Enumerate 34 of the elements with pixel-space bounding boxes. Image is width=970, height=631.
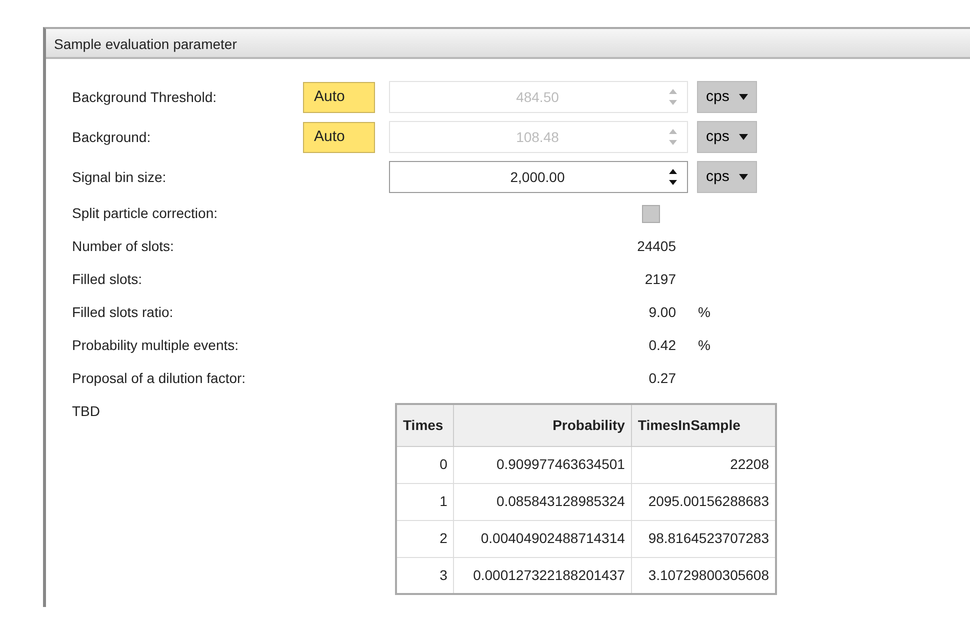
- field-label: Number of slots:: [72, 237, 175, 256]
- value-text: 2197: [644, 270, 677, 289]
- field-label: Signal bin size:: [72, 168, 168, 187]
- unit-dropdown[interactable]: cps: [697, 161, 757, 193]
- number-field[interactable]: 2,000.00: [389, 161, 688, 193]
- value-text: 0.27: [648, 369, 677, 388]
- value-text: 0.42: [648, 336, 677, 355]
- column-header: Probability: [454, 404, 632, 446]
- field-label: Probability multiple events:: [72, 336, 240, 355]
- table-cell: 0.085843128985324: [454, 483, 632, 520]
- value-text: 9.00: [648, 303, 677, 322]
- field-label: Split particle correction:: [72, 204, 219, 223]
- panel-title: Sample evaluation parameter: [54, 36, 237, 52]
- table-cell: 0: [396, 446, 454, 483]
- field-label: Filled slots ratio:: [72, 303, 174, 322]
- field-label: TBD: [72, 402, 101, 421]
- caret-icon: [739, 134, 748, 140]
- caret-icon: [739, 174, 748, 180]
- field-label: Filled slots:: [72, 270, 144, 289]
- field-label: Background Threshold:: [72, 88, 218, 107]
- table-cell: 0.00404902488714314: [454, 520, 632, 557]
- field-label: Background:: [72, 128, 152, 147]
- field-label: Proposal of a dilution factor:: [72, 369, 247, 388]
- caret-icon: [739, 94, 748, 100]
- value-text: 24405: [636, 237, 677, 256]
- table-cell: 1: [396, 483, 454, 520]
- unit-text: %: [697, 303, 712, 322]
- unit-text: %: [697, 336, 712, 355]
- checkbox[interactable]: [642, 204, 660, 222]
- column-header: Times: [396, 404, 454, 446]
- table-cell: 2: [396, 520, 454, 557]
- spin-arrows-icon[interactable]: [666, 167, 680, 187]
- table-cell: 0.909977463634501: [454, 446, 632, 483]
- column-header: TimesInSample: [631, 404, 776, 446]
